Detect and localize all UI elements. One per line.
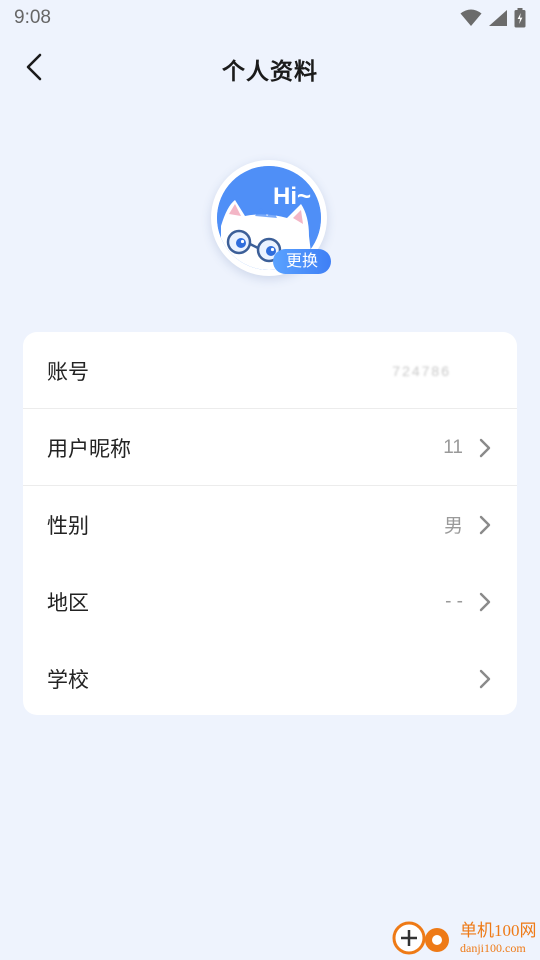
status-bar: 9:08 xyxy=(0,0,540,36)
status-time: 9:08 xyxy=(14,7,51,28)
row-label: 地区 xyxy=(47,590,89,615)
signal-icon xyxy=(488,9,508,27)
row-label: 用户昵称 xyxy=(47,436,131,461)
chevron-right-icon xyxy=(477,591,493,613)
watermark-subtitle: danji100.com xyxy=(460,941,526,955)
row-label: 账号 xyxy=(47,359,89,384)
chevron-left-icon xyxy=(25,53,43,85)
row-value: 男 xyxy=(443,516,463,537)
status-icons xyxy=(460,8,526,28)
back-button[interactable] xyxy=(16,50,52,88)
battery-icon xyxy=(514,8,526,28)
row-value: 11 xyxy=(443,436,463,458)
row-nickname[interactable]: 用户昵称 11 xyxy=(23,409,517,486)
profile-screen: 9:08 个人资料 Hi~ 更换 账号 724786 用户昵称 11 性别 男 … xyxy=(0,0,540,960)
row-school[interactable]: 学校 xyxy=(23,640,517,717)
row-account: 账号 724786 xyxy=(23,332,517,409)
page-title: 个人资料 xyxy=(222,59,318,85)
watermark: 单机100网 danji100.com xyxy=(390,916,540,960)
header: 个人资料 xyxy=(0,42,540,96)
chevron-right-icon xyxy=(477,437,493,459)
row-label: 性别 xyxy=(47,513,89,538)
watermark-text: 单机100网 danji100.com xyxy=(460,921,537,955)
watermark-logo-icon xyxy=(390,916,454,960)
chevron-right-icon xyxy=(477,514,493,536)
watermark-title: 单机100网 xyxy=(460,921,537,940)
row-region[interactable]: 地区 - - xyxy=(23,563,517,640)
row-gender[interactable]: 性别 男 xyxy=(23,486,517,563)
row-label: 学校 xyxy=(47,667,89,692)
change-avatar-button[interactable]: 更换 xyxy=(273,249,331,274)
row-value: 724786 xyxy=(392,362,451,379)
chevron-right-icon xyxy=(477,668,493,690)
wifi-icon xyxy=(460,9,482,27)
row-value: - - xyxy=(445,590,463,612)
profile-info-card: 账号 724786 用户昵称 11 性别 男 地区 - - 学校 xyxy=(23,332,517,715)
avatar-hi-text: Hi~ xyxy=(273,183,311,210)
avatar-change-area[interactable]: Hi~ 更换 xyxy=(211,160,331,280)
